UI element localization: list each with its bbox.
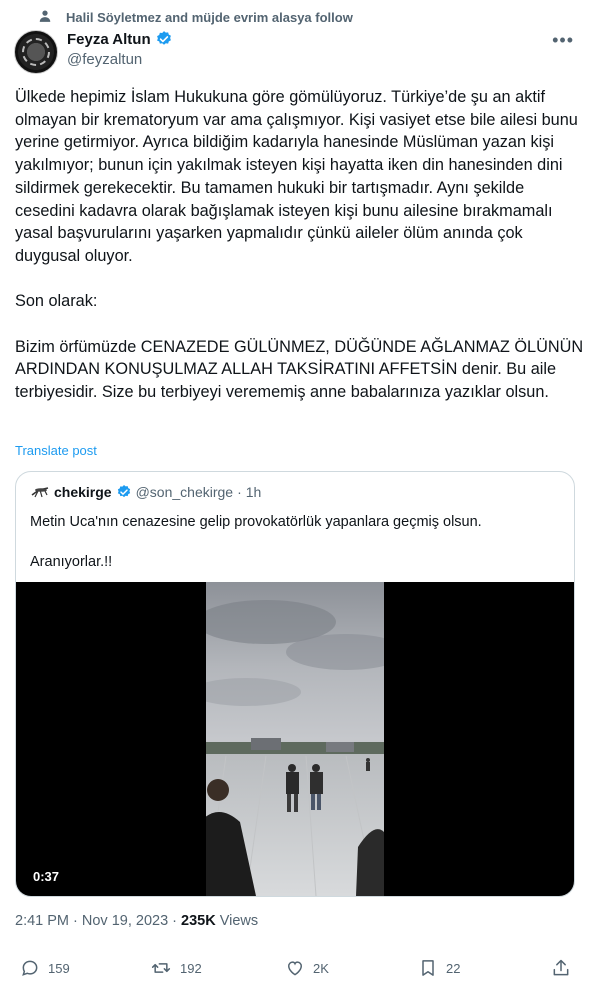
- views-label: Views: [215, 913, 259, 929]
- repost-button[interactable]: 192: [150, 958, 202, 978]
- video-duration: 0:37: [28, 867, 65, 886]
- person-icon: [39, 10, 51, 22]
- share-button[interactable]: [551, 958, 579, 978]
- video-player[interactable]: 0:37: [16, 582, 574, 896]
- author-name-row[interactable]: Feyza Altun: [67, 30, 173, 48]
- quoted-time[interactable]: 1h: [246, 484, 262, 500]
- share-icon: [553, 959, 569, 976]
- reply-count: 159: [48, 960, 70, 976]
- repost-icon: [151, 963, 171, 973]
- reply-icon: [22, 960, 38, 976]
- like-count: 2K: [313, 960, 329, 976]
- reply-button[interactable]: 159: [20, 958, 70, 978]
- action-bar: 159 192 2K 22: [0, 958, 596, 988]
- heart-icon: [287, 961, 303, 976]
- video-frame: [206, 582, 384, 896]
- social-context[interactable]: Halil Söyletmez and müjde evrim alasya f…: [39, 6, 353, 28]
- tweet-meta: 2:41 PM · Nov 19, 2023 · 235K Views: [15, 913, 258, 929]
- bookmark-icon: [422, 960, 434, 976]
- social-context-text: Halil Söyletmez and müjde evrim alasya f…: [66, 9, 353, 25]
- views-count: 235K: [181, 913, 216, 929]
- more-icon[interactable]: •••: [552, 30, 574, 51]
- quoted-separator: ·: [237, 484, 242, 500]
- bookmark-count: 22: [446, 960, 461, 976]
- quoted-tweet[interactable]: chekirge @son_chekirge · 1h Metin Uca'nı…: [15, 471, 575, 897]
- quoted-verified-badge-icon: [116, 484, 132, 500]
- tweet-text: Ülkede hepimiz İslam Hukukuna göre gömül…: [15, 88, 584, 402]
- like-button[interactable]: 2K: [285, 958, 329, 978]
- verified-badge-icon: [155, 30, 173, 48]
- bookmark-button[interactable]: 22: [418, 958, 460, 978]
- repost-count: 192: [180, 960, 202, 976]
- quoted-author-name[interactable]: chekirge: [54, 484, 112, 500]
- grasshopper-icon: [30, 484, 50, 500]
- quoted-tweet-text: Metin Uca'nın cenazesine gelip provokatö…: [30, 514, 482, 570]
- tweet-timestamp[interactable]: 2:41 PM · Nov 19, 2023 ·: [15, 913, 181, 929]
- translate-post-link[interactable]: Translate post: [15, 443, 97, 458]
- avatar[interactable]: [14, 30, 58, 74]
- quoted-author-handle[interactable]: @son_chekirge: [136, 484, 234, 500]
- author-handle[interactable]: @feyzaltun: [67, 51, 142, 68]
- quoted-tweet-header: chekirge @son_chekirge · 1h: [30, 484, 261, 500]
- author-display-name[interactable]: Feyza Altun: [67, 31, 151, 48]
